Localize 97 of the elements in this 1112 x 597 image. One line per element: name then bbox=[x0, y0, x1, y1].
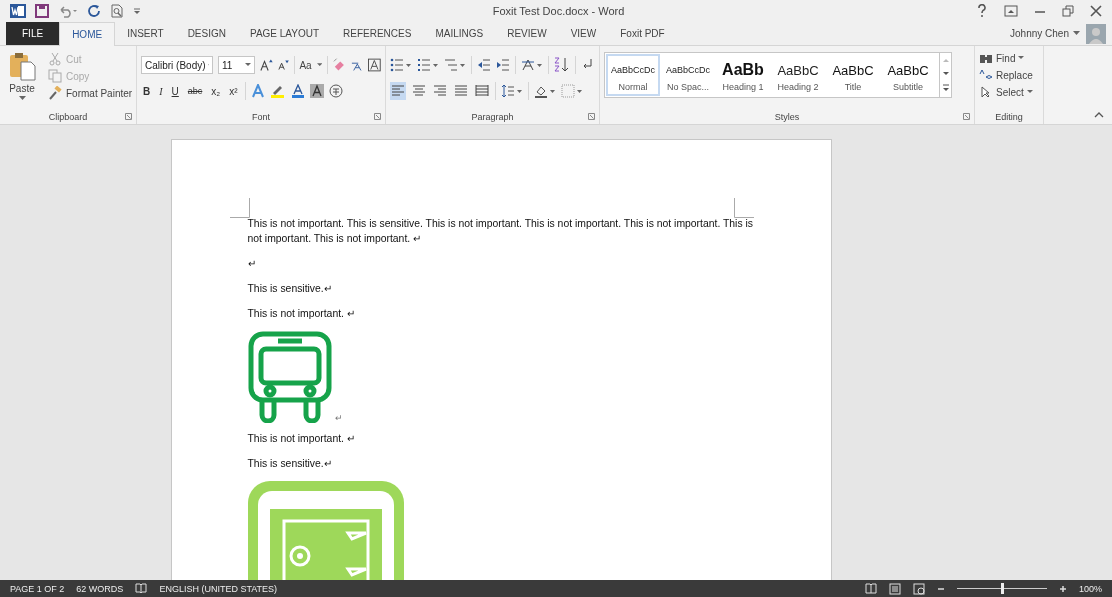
clipboard-icon bbox=[7, 51, 37, 81]
restore-icon[interactable] bbox=[1062, 5, 1074, 17]
ribbon-tab[interactable]: REFERENCES bbox=[331, 22, 424, 45]
paragraph: This is sensitive.↵ bbox=[247, 457, 333, 471]
redo-icon[interactable] bbox=[87, 4, 101, 18]
help-icon[interactable] bbox=[976, 4, 988, 18]
highlighter-icon[interactable] bbox=[269, 84, 286, 98]
style-option[interactable]: AaBb Heading 1 bbox=[716, 54, 770, 96]
proofing-book-icon[interactable] bbox=[135, 583, 148, 594]
group-label: Styles bbox=[774, 111, 800, 122]
copy-icon bbox=[48, 69, 62, 83]
dropdown-caret-icon[interactable] bbox=[1073, 31, 1080, 36]
dialog-launcher-icon[interactable] bbox=[963, 113, 970, 120]
clipboard-item[interactable]: Format Painter bbox=[48, 86, 133, 100]
group-label: Clipboard bbox=[48, 111, 88, 122]
multilevel-list-icon[interactable] bbox=[444, 58, 466, 72]
ribbon-tab[interactable]: PAGE LAYOUT bbox=[237, 22, 332, 45]
ribbon-tab[interactable]: DESIGN bbox=[175, 22, 238, 45]
print-preview-icon[interactable] bbox=[110, 4, 124, 18]
margin-corner-icon bbox=[733, 198, 754, 218]
paragraph-mark: ↵ bbox=[334, 413, 343, 423]
paragraph: This is not important. ↵ bbox=[247, 432, 356, 446]
ribbon-tab[interactable]: VIEW bbox=[558, 22, 609, 45]
paragraph: This is sensitive.↵ bbox=[247, 282, 333, 296]
paragraph: This is not important. ↵ bbox=[247, 307, 356, 321]
ribbon-tab[interactable]: MAILINGS bbox=[423, 22, 496, 45]
paintbrush-icon bbox=[48, 86, 62, 100]
paragraph: This is not important. This is sensitive. This is not important. This is not important. This is not important. This is not important. This is not important. ↵ bbox=[247, 217, 754, 246]
zoom-in-icon[interactable] bbox=[1058, 584, 1067, 593]
character-border-icon[interactable] bbox=[368, 58, 381, 72]
group-label: Font bbox=[252, 111, 270, 122]
paste-button[interactable]: Paste bbox=[4, 49, 40, 109]
undo-icon[interactable] bbox=[58, 4, 78, 18]
word-logo-icon bbox=[10, 3, 26, 19]
ribbon-tab[interactable]: REVIEW bbox=[495, 22, 559, 45]
binoculars-icon bbox=[979, 52, 993, 64]
style-option[interactable]: AaBbC Heading 2 bbox=[771, 54, 825, 96]
web-layout-icon[interactable] bbox=[912, 582, 925, 595]
format-button[interactable]: I bbox=[157, 85, 165, 97]
style-option[interactable]: AaBbC Subtitle bbox=[881, 54, 935, 96]
bullets-icon[interactable] bbox=[390, 58, 412, 72]
numbering-icon[interactable] bbox=[417, 58, 439, 72]
character-shading-icon[interactable] bbox=[309, 84, 324, 98]
dialog-launcher-icon[interactable] bbox=[374, 113, 381, 120]
font-color-icon[interactable] bbox=[290, 84, 305, 98]
format-button[interactable]: x₂ bbox=[209, 85, 223, 97]
sort-icon[interactable] bbox=[554, 57, 570, 73]
font-size-field[interactable]: 11 bbox=[218, 56, 255, 74]
ribbon-display-icon[interactable] bbox=[1004, 5, 1018, 17]
zoom-slider[interactable] bbox=[1000, 583, 1004, 594]
shading-icon[interactable] bbox=[534, 84, 556, 98]
ribbon-tab[interactable]: Foxit PDF bbox=[608, 22, 677, 45]
language-status[interactable]: ENGLISH (UNITED STATES) bbox=[159, 583, 278, 594]
format-button[interactable]: x² bbox=[227, 85, 240, 97]
editing-button[interactable]: Select bbox=[979, 86, 1039, 98]
collapse-ribbon-icon[interactable] bbox=[1094, 111, 1104, 118]
zoom-level[interactable]: 100% bbox=[1078, 583, 1102, 594]
replace-icon bbox=[979, 69, 993, 81]
format-button[interactable]: U bbox=[169, 85, 181, 97]
grow-font-icon[interactable] bbox=[259, 58, 273, 72]
text-direction-icon[interactable] bbox=[521, 58, 543, 72]
bus-icon bbox=[247, 331, 332, 423]
ribbon-tab[interactable]: HOME bbox=[59, 22, 116, 46]
increase-indent-icon[interactable] bbox=[496, 58, 510, 72]
style-option[interactable]: AaBbCcDc No Spac... bbox=[661, 54, 715, 96]
margin-corner-icon bbox=[229, 198, 250, 218]
dialog-launcher-icon[interactable] bbox=[125, 113, 132, 120]
style-option[interactable]: AaBbC Title bbox=[826, 54, 880, 96]
read-mode-icon[interactable] bbox=[864, 583, 877, 594]
borders-icon[interactable] bbox=[561, 84, 583, 98]
ribbon-tab[interactable]: INSERT bbox=[115, 22, 176, 45]
font-name-field[interactable]: Calibri (Body) bbox=[141, 56, 213, 74]
customize-caret-icon[interactable] bbox=[133, 6, 141, 16]
editing-button[interactable]: Find bbox=[979, 52, 1039, 64]
close-icon[interactable] bbox=[1090, 5, 1102, 17]
dialog-launcher-icon[interactable] bbox=[588, 113, 595, 120]
group-label: Editing bbox=[995, 111, 1023, 122]
group-label: Paragraph bbox=[471, 111, 514, 122]
editing-button[interactable]: Replace bbox=[979, 69, 1039, 81]
shrink-font-icon[interactable] bbox=[277, 59, 289, 71]
change-case-button[interactable]: Aa bbox=[299, 59, 312, 71]
ribbon-tab[interactable]: FILE bbox=[6, 22, 60, 45]
style-option[interactable]: AaBbCcDc Normal bbox=[606, 54, 660, 96]
save-icon[interactable] bbox=[35, 4, 49, 18]
enclose-characters-icon[interactable] bbox=[328, 84, 343, 98]
window-title: Foxit Test Doc.docx - Word bbox=[492, 5, 625, 17]
scissors-icon bbox=[48, 52, 62, 66]
format-button[interactable]: B bbox=[141, 85, 153, 97]
paragraph: ↵ bbox=[247, 257, 257, 271]
decrease-indent-icon[interactable] bbox=[477, 58, 491, 72]
line-spacing-icon[interactable] bbox=[501, 84, 523, 98]
print-layout-icon[interactable] bbox=[888, 582, 901, 595]
word-count[interactable]: 62 WORDS bbox=[76, 583, 124, 594]
page-count[interactable]: PAGE 1 OF 2 bbox=[10, 583, 65, 594]
user-name[interactable]: Johnny Chen bbox=[1010, 22, 1069, 45]
format-button[interactable]: abc bbox=[185, 86, 205, 96]
text-effects-icon[interactable] bbox=[250, 84, 265, 98]
